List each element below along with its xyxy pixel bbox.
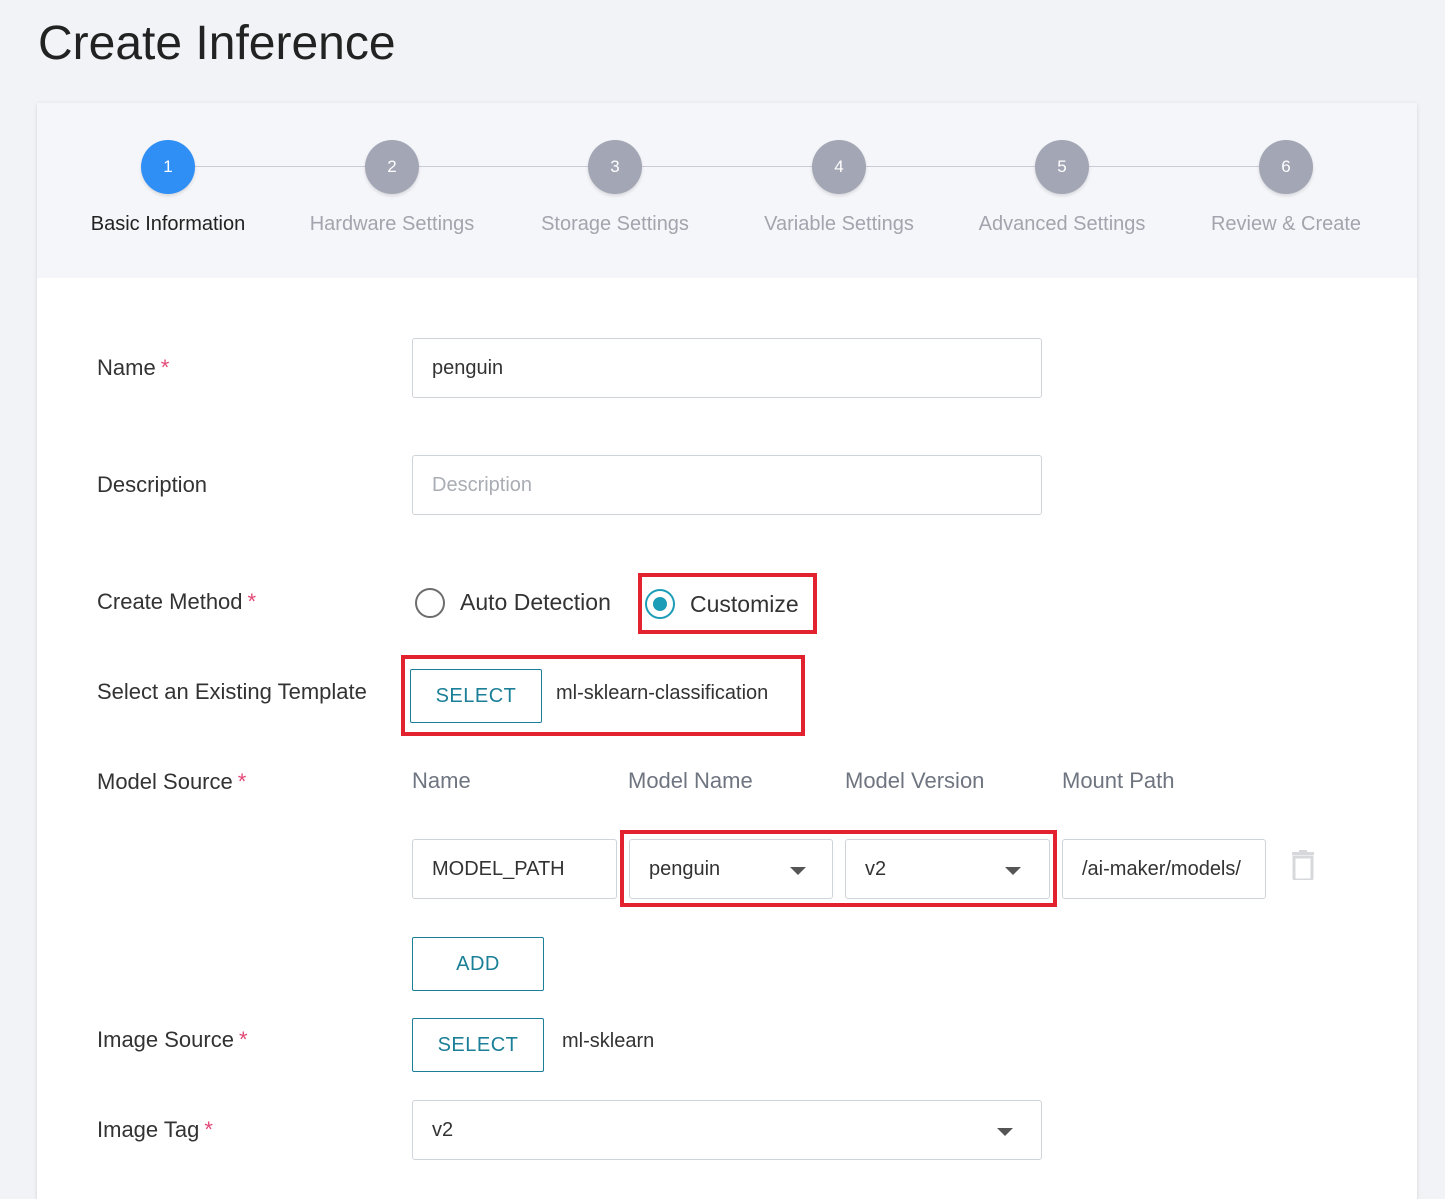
highlight-box-model-selection	[620, 830, 1057, 907]
page-title: Create Inference	[38, 17, 396, 70]
model-variable-name-input[interactable]	[412, 839, 617, 899]
description-label: Description	[97, 472, 208, 497]
required-asterisk: *	[247, 589, 257, 614]
template-label: Select an Existing Template	[97, 679, 367, 704]
highlight-box-customize	[638, 573, 817, 634]
required-asterisk: *	[204, 1117, 213, 1142]
required-asterisk: *	[237, 769, 247, 794]
step-label: Storage Settings	[541, 213, 689, 235]
mount-path-input[interactable]	[1062, 839, 1266, 899]
auto-detection-radio[interactable]	[415, 588, 445, 618]
trash-icon[interactable]	[1292, 850, 1314, 880]
image-tag-select[interactable]: v2	[412, 1100, 1042, 1160]
step-label: Hardware Settings	[309, 213, 475, 235]
step-storage-settings[interactable]: 3 Storage Settings	[505, 140, 725, 236]
name-label: Name *	[97, 355, 170, 380]
step-label: Basic Information	[90, 213, 246, 235]
step-number-badge: 3	[588, 140, 642, 194]
step-label: Review & Create	[1210, 213, 1362, 235]
step-number-badge: 1	[141, 140, 195, 194]
step-number-badge: 6	[1259, 140, 1313, 194]
select-image-button[interactable]: SELECT	[412, 1018, 544, 1072]
step-review-create[interactable]: 6 Review & Create	[1176, 140, 1396, 236]
step-hardware-settings[interactable]: 2 Hardware Settings	[282, 140, 502, 236]
required-asterisk: *	[238, 1027, 248, 1052]
column-header-model-version: Model Version	[845, 768, 985, 793]
step-variable-settings[interactable]: 4 Variable Settings	[729, 140, 949, 236]
name-input[interactable]	[412, 338, 1042, 398]
step-number-badge: 5	[1035, 140, 1089, 194]
step-basic-information[interactable]: 1 Basic Information	[58, 140, 278, 236]
auto-detection-option-label[interactable]: Auto Detection	[460, 589, 611, 616]
column-header-model-name: Model Name	[628, 768, 753, 793]
caret-down-icon	[997, 1128, 1013, 1136]
step-label: Variable Settings	[764, 213, 914, 235]
step-number-badge: 2	[365, 140, 419, 194]
image-tag-label: Image Tag *	[97, 1117, 213, 1142]
required-asterisk: *	[160, 355, 170, 380]
column-header-name: Name	[412, 768, 471, 793]
create-inference-form-card: 1 Basic Information 2 Hardware Settings …	[37, 103, 1417, 1199]
step-advanced-settings[interactable]: 5 Advanced Settings	[952, 140, 1172, 236]
description-input[interactable]	[412, 455, 1042, 515]
image-source-label: Image Source *	[97, 1027, 248, 1052]
step-label: Advanced Settings	[978, 213, 1146, 235]
create-method-label: Create Method *	[97, 589, 257, 614]
highlight-box-template	[401, 655, 805, 736]
add-model-source-button[interactable]: ADD	[412, 937, 544, 991]
column-header-mount-path: Mount Path	[1062, 768, 1175, 793]
step-number-badge: 4	[812, 140, 866, 194]
selected-image-name: ml-sklearn	[562, 1030, 655, 1052]
model-source-label: Model Source *	[97, 769, 247, 794]
wizard-stepper: 1 Basic Information 2 Hardware Settings …	[37, 103, 1417, 278]
